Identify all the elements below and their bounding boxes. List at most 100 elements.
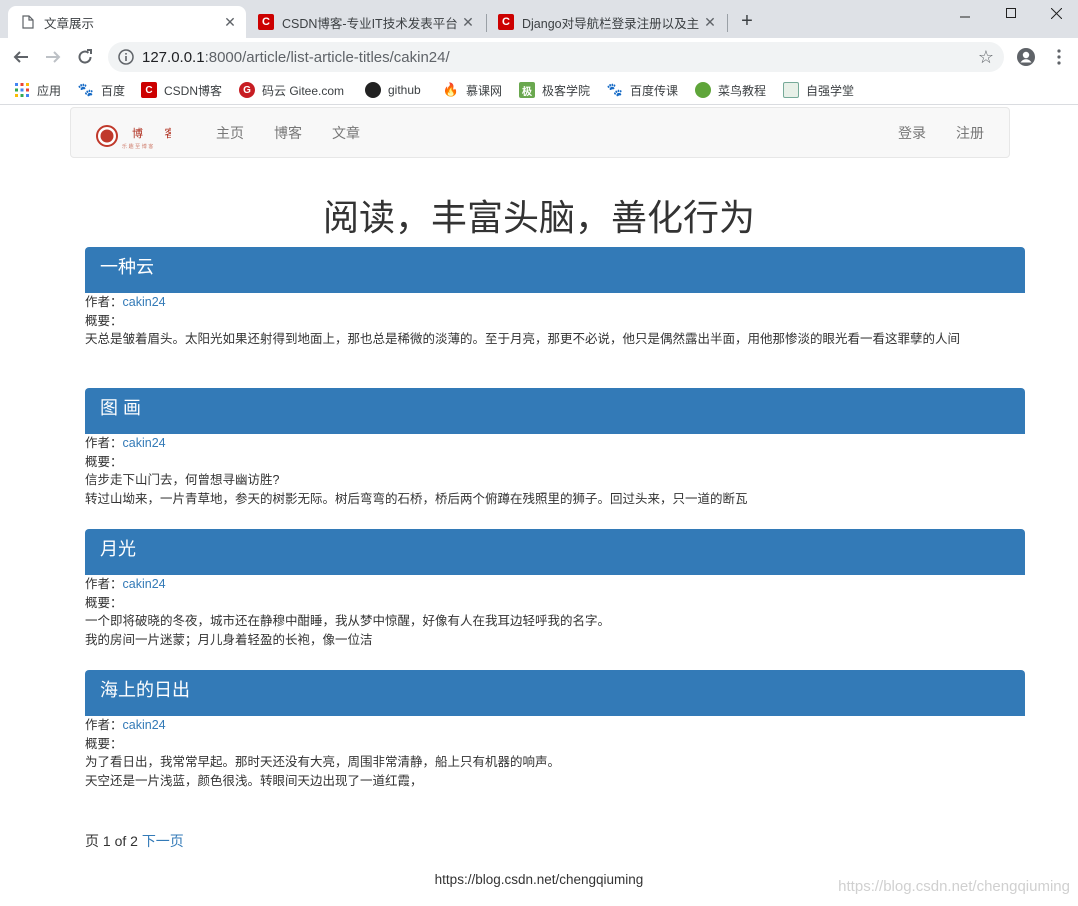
author-link[interactable]: cakin24 — [123, 436, 166, 450]
nav-home-link[interactable]: 主页 — [216, 123, 244, 143]
next-page-link[interactable]: 下一页 — [142, 833, 184, 849]
tab-django[interactable]: C Django对导航栏登录注册以及主 ✕ — [486, 6, 726, 38]
gitee-icon: G — [239, 82, 255, 98]
close-tab-icon[interactable]: ✕ — [700, 14, 720, 31]
close-tab-icon[interactable]: ✕ — [220, 14, 240, 31]
tab-title: CSDN博客-专业IT技术发表平台 — [282, 16, 458, 31]
bookmark-label: 百度 — [101, 83, 126, 98]
new-tab-icon[interactable]: + — [736, 8, 758, 34]
bookmark-imooc[interactable]: 🔥 慕课网 — [443, 80, 502, 100]
article-card: 月光 作者：cakin24 概要： 一个即将破晓的冬夜，城市还在静穆中酣睡，我从… — [85, 529, 1025, 649]
menu-dots-icon[interactable] — [1046, 45, 1072, 69]
ziqiang-icon — [783, 82, 799, 98]
nav-login-link[interactable]: 登录 — [898, 123, 926, 143]
article-card: 图 画 作者：cakin24 概要： 信步走下山门去，何曾想寻幽访胜? 转过山坳… — [85, 388, 1025, 508]
author-link[interactable]: cakin24 — [123, 718, 166, 732]
author-label: 作者： — [85, 295, 123, 309]
author-link[interactable]: cakin24 — [123, 577, 166, 591]
article-title[interactable]: 海上的日出 — [85, 670, 1025, 716]
author-label: 作者： — [85, 718, 123, 732]
logo-text: 博 客 — [132, 126, 171, 140]
bookmark-baidu[interactable]: 🐾 百度 — [78, 80, 125, 100]
article-body: 作者：cakin24 概要： 天总是皱着眉头。太阳光如果还射得到地面上，那也总是… — [85, 293, 1025, 349]
flame-icon: 🔥 — [442, 82, 460, 97]
summary-text: 天总是皱着眉头。太阳光如果还射得到地面上，那也总是稀微的淡薄的。至于月亮，那更不… — [85, 332, 961, 346]
bookmark-label: 极客学院 — [542, 83, 591, 98]
site-navbar: 博 客 乐 趣 至 博 客 主页 博客 文章 登录 注册 — [70, 107, 1010, 158]
summary-label: 概要： — [85, 736, 123, 751]
forward-arrow-icon[interactable] — [40, 45, 66, 69]
runoob-icon — [695, 82, 711, 98]
article-author-row: 作者：cakin24 — [85, 434, 1025, 453]
author-label: 作者： — [85, 577, 123, 591]
article-author-row: 作者：cakin24 — [85, 575, 1025, 594]
tab-article-list[interactable]: 文章展示 ✕ — [8, 6, 246, 38]
baidu-paw-icon: 🐾 — [77, 82, 95, 97]
article-title[interactable]: 一种云 — [85, 247, 1025, 293]
bookmark-star-icon[interactable]: ☆ — [978, 47, 994, 68]
bookmark-github[interactable]: github — [365, 80, 421, 100]
jike-icon: 极 — [519, 82, 535, 98]
page-headline: 阅读，丰富头脑，善化行为 — [322, 197, 755, 238]
bookmark-apps[interactable]: 应用 — [14, 80, 61, 100]
article-body: 作者：cakin24 概要： 为了看日出，我常常早起。那时天还没有大亮，周围非常… — [85, 716, 1025, 790]
csdn-icon: C — [141, 82, 157, 98]
csdn-icon: C — [498, 14, 514, 30]
summary-text: 转过山坳来，一片青草地，参天的树影无际。树后弯弯的石桥，桥后两个俯蹲在残照里的狮… — [85, 491, 748, 506]
bookmark-label: 菜鸟教程 — [718, 83, 767, 98]
article-card: 海上的日出 作者：cakin24 概要： 为了看日出，我常常早起。那时天还没有大… — [85, 670, 1025, 790]
maximize-icon[interactable] — [988, 0, 1034, 26]
nav-register-link[interactable]: 注册 — [956, 123, 984, 143]
csdn-icon: C — [258, 14, 274, 30]
summary-text: 为了看日出，我常常早起。那时天还没有大亮，周围非常清静，船上只有机器的响声。 — [85, 755, 561, 769]
document-icon — [20, 14, 36, 30]
bookmark-runoob[interactable]: 菜鸟教程 — [695, 80, 766, 100]
profile-icon[interactable] — [1013, 45, 1039, 69]
site-logo[interactable]: 博 客 乐 趣 至 博 客 — [96, 122, 176, 150]
summary-text: 我的房间一片迷蒙；月儿身着轻盈的长袍，像一位洁 — [85, 632, 373, 647]
bookmark-chuanke[interactable]: 🐾 百度传课 — [607, 80, 678, 100]
github-icon — [365, 82, 381, 98]
bookmark-csdn[interactable]: C CSDN博客 — [141, 80, 222, 100]
article-author-row: 作者：cakin24 — [85, 293, 1025, 312]
article-title[interactable]: 月光 — [85, 529, 1025, 575]
article-body: 作者：cakin24 概要： 信步走下山门去，何曾想寻幽访胜? 转过山坳来，一片… — [85, 434, 1025, 508]
summary-text: 天空还是一片浅蓝，颜色很浅。转眼间天边出现了一道红霞， — [85, 773, 423, 788]
bookmark-label: 自强学堂 — [806, 83, 855, 98]
summary-label: 概要： — [85, 313, 123, 328]
url-host: 127.0.0.1 — [142, 48, 205, 66]
close-tab-icon[interactable]: ✕ — [458, 14, 478, 31]
url-text: 127.0.0.1:8000/article/list-article-titl… — [142, 49, 450, 66]
bookmark-gitee[interactable]: G 码云 Gitee.com — [239, 80, 344, 100]
summary-text: 一个即将破晓的冬夜，城市还在静穆中酣睡，我从梦中惊醒，好像有人在我耳边轻呼我的名… — [85, 614, 611, 628]
address-bar[interactable]: 127.0.0.1:8000/article/list-article-titl… — [108, 42, 1004, 72]
bookmark-jikexueyuan[interactable]: 极 极客学院 — [519, 80, 590, 100]
nav-articles-link[interactable]: 文章 — [332, 123, 360, 143]
summary-label: 概要： — [85, 595, 123, 610]
info-icon[interactable] — [118, 49, 134, 65]
tab-separator — [727, 14, 728, 32]
minimize-icon[interactable] — [942, 0, 988, 26]
watermark: https://blog.csdn.net/chengqiuming — [838, 878, 1070, 895]
bookmark-label: github — [388, 83, 421, 97]
close-window-icon[interactable] — [1034, 0, 1078, 26]
author-link[interactable]: cakin24 — [123, 295, 166, 309]
author-label: 作者： — [85, 436, 123, 450]
article-title[interactable]: 图 画 — [85, 388, 1025, 434]
browser-toolbar: 127.0.0.1:8000/article/list-article-titl… — [0, 38, 1078, 76]
baidu-paw-icon: 🐾 — [606, 82, 624, 97]
bookmarks-bar: 应用 🐾 百度 C CSDN博客 G 码云 Gitee.com github 🔥… — [0, 76, 1078, 105]
back-arrow-icon[interactable] — [8, 45, 34, 69]
apps-grid-icon — [14, 82, 30, 98]
bookmark-ziqiang[interactable]: 自强学堂 — [783, 80, 854, 100]
reload-icon[interactable] — [72, 45, 98, 69]
bookmark-label: 码云 Gitee.com — [262, 83, 345, 98]
nav-blog-link[interactable]: 博客 — [274, 123, 302, 143]
bookmark-label: 应用 — [37, 83, 62, 98]
tab-title: 文章展示 — [44, 16, 95, 31]
pagination: 页 1 of 2 下一页 — [85, 831, 184, 851]
tab-csdn[interactable]: C CSDN博客-专业IT技术发表平台 ✕ — [246, 6, 484, 38]
logo-subtext: 乐 趣 至 博 客 — [122, 143, 153, 150]
article-card: 一种云 作者：cakin24 概要： 天总是皱着眉头。太阳光如果还射得到地面上，… — [85, 247, 1025, 349]
bookmark-label: CSDN博客 — [164, 83, 223, 98]
